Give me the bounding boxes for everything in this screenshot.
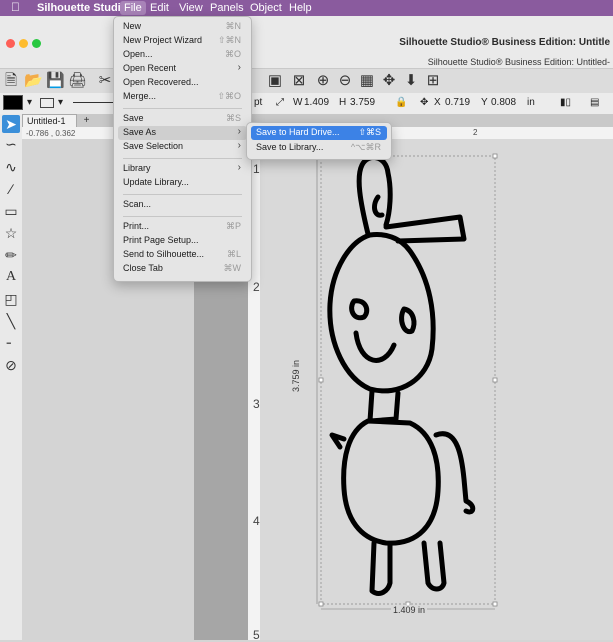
menu-item-save[interactable]: Save ⌘S <box>118 112 247 126</box>
pencil-tool-icon[interactable]: ✏ <box>2 246 20 264</box>
move-down-icon[interactable]: ⬇ <box>402 72 420 90</box>
menu-help[interactable]: Help <box>289 1 312 15</box>
point-edit-tool-icon[interactable]: ∽ <box>2 135 20 153</box>
menu-item-library[interactable]: Library › <box>118 162 247 176</box>
line-weight-unit: pt <box>254 97 263 108</box>
line-tool-icon[interactable]: ∕ <box>2 180 20 198</box>
zoom-fit-icon[interactable]: ▦ <box>358 72 376 90</box>
mat-row-label: 4 <box>253 514 260 528</box>
property-bar: ▾ ▾ pt ⤢ W 1.409 H 3.759 🔒 ✥ X 0.719 Y 0… <box>0 93 613 115</box>
new-document-icon[interactable]: 🗎 <box>2 72 20 90</box>
rectangle-tool-icon[interactable]: ▭ <box>2 202 20 220</box>
zoom-window-button[interactable] <box>32 39 41 48</box>
lock-aspect-icon[interactable]: 🔒 <box>395 97 407 108</box>
height-dimension-label: 3.759 in <box>291 359 301 392</box>
app-menu[interactable]: Silhouette Studio <box>37 1 127 15</box>
document-tab[interactable]: Untitled-1 <box>22 114 77 127</box>
menu-item-open[interactable]: Open... ⌘O <box>118 48 247 62</box>
cut-icon[interactable]: ✂ <box>96 72 114 90</box>
resize-icon: ⤢ <box>276 97 284 108</box>
width-dimension-label: 1.409 in <box>391 605 428 615</box>
menu-item-scan[interactable]: Scan... <box>118 198 247 212</box>
menu-file[interactable]: File <box>120 1 146 15</box>
eraser-tool-icon[interactable]: ◰ <box>2 290 20 308</box>
eyedropper-tool-icon[interactable]: ╴ <box>2 334 20 352</box>
window-title-bar: Silhouette Studio® Business Edition: Unt… <box>0 16 613 69</box>
select-tool-icon[interactable]: ➤ <box>2 115 20 133</box>
bezier-tool-icon[interactable]: ∿ <box>2 158 20 176</box>
save-icon[interactable]: 💾 <box>46 72 65 90</box>
menu-item-new[interactable]: New ⌘N <box>118 20 247 34</box>
mac-menu-bar:  Silhouette Studio File Edit View Panel… <box>0 0 613 16</box>
print-icon[interactable]: 🖨 <box>68 72 87 90</box>
menu-item-save-as[interactable]: Save As › <box>118 126 247 140</box>
window-title: Silhouette Studio® Business Edition: Unt… <box>399 37 610 48</box>
menu-edit[interactable]: Edit <box>150 1 169 15</box>
menu-item-save-to-hard-drive[interactable]: Save to Hard Drive... ⇧⌘S <box>251 126 387 140</box>
line-style-icon[interactable] <box>40 98 54 108</box>
ruler-label: 2 <box>473 128 478 137</box>
position-unit: in <box>527 97 535 108</box>
drawing-canvas <box>316 153 498 610</box>
position-icon: ✥ <box>420 97 429 108</box>
menu-item-save-selection[interactable]: Save Selection › <box>118 140 247 154</box>
save-as-submenu: Save to Hard Drive... ⇧⌘S Save to Library… <box>246 122 392 160</box>
menu-item-print[interactable]: Print... ⌘P <box>118 220 247 234</box>
menu-view[interactable]: View <box>179 1 203 15</box>
dropdown-arrow-icon[interactable]: ▾ <box>27 97 32 108</box>
dropdown-arrow-icon[interactable]: ▾ <box>58 97 63 108</box>
open-folder-icon[interactable]: 📂 <box>24 72 43 90</box>
line-weight-icon[interactable] <box>73 102 113 103</box>
align-icon[interactable]: ▮▯ <box>560 97 571 108</box>
apple-icon[interactable]:  <box>11 0 20 14</box>
x-field[interactable]: 0.719 <box>445 97 470 108</box>
y-field[interactable]: 0.808 <box>491 97 516 108</box>
menu-item-send-to-silhouette[interactable]: Send to Silhouette... ⌘L <box>118 248 247 262</box>
mat-row-label: 2 <box>253 280 260 294</box>
menu-object[interactable]: Object <box>250 1 282 15</box>
height-label: H <box>339 97 347 108</box>
close-window-button[interactable] <box>6 39 15 48</box>
distribute-icon[interactable]: ▤ <box>590 97 599 108</box>
menu-item-open-recovered[interactable]: Open Recovered... <box>118 76 247 90</box>
width-label: W <box>293 97 303 108</box>
file-menu: New ⌘N New Project Wizard ⇧⌘N Open... ⌘O Op… <box>113 16 252 282</box>
menu-item-update-library[interactable]: Update Library... <box>118 176 247 190</box>
menu-separator <box>123 158 242 159</box>
child-drawing[interactable] <box>327 155 476 596</box>
mat-row-label: 3 <box>253 397 260 411</box>
tool-panel: ➤ ∽ ∿ ∕ ▭ ☆ ✏ A ◰ ╲ ╴ ⊘ <box>0 114 23 640</box>
pan-icon[interactable]: ✥ <box>380 72 398 90</box>
minimize-window-button[interactable] <box>19 39 28 48</box>
width-field[interactable]: 1.409 <box>304 97 329 108</box>
cursor-coordinates: -0.786 , 0.362 <box>26 129 76 138</box>
menu-separator <box>123 194 242 195</box>
menu-panels[interactable]: Panels <box>210 1 244 15</box>
menu-item-open-recent[interactable]: Open Recent › <box>118 62 247 76</box>
menu-separator <box>123 216 242 217</box>
select-all-icon[interactable]: ▣ <box>266 72 284 90</box>
eyedropper-2-tool-icon[interactable]: ⊘ <box>2 356 20 374</box>
menu-item-close-tab[interactable]: Close Tab ⌘W <box>118 262 247 276</box>
add-page-icon[interactable]: ⊞ <box>424 72 442 90</box>
menu-item-new-project-wizard[interactable]: New Project Wizard ⇧⌘N <box>118 34 247 48</box>
menu-item-merge[interactable]: Merge... ⇧⌘O <box>118 90 247 104</box>
y-label: Y <box>481 97 488 108</box>
fill-color-swatch[interactable] <box>3 95 23 110</box>
zoom-in-icon[interactable]: ⊕ <box>314 72 332 90</box>
zoom-out-icon[interactable]: ⊖ <box>336 72 354 90</box>
height-field[interactable]: 3.759 <box>350 97 375 108</box>
deselect-icon[interactable]: ⊠ <box>290 72 308 90</box>
menu-item-save-to-library[interactable]: Save to Library... ^⌥⌘R <box>251 141 387 155</box>
mat-row-label: 1 <box>253 162 260 176</box>
x-label: X <box>434 97 441 108</box>
knife-tool-icon[interactable]: ╲ <box>2 312 20 330</box>
add-tab-button[interactable]: + <box>81 115 92 126</box>
main-toolbar: 🗎 📂 💾 🖨 ✂ ▣ ⊠ ⊕ ⊖ ▦ ✥ ⬇ ⊞ <box>0 69 613 94</box>
star-tool-icon[interactable]: ☆ <box>2 224 20 242</box>
menu-item-print-page-setup[interactable]: Print Page Setup... <box>118 234 247 248</box>
text-tool-icon[interactable]: A <box>2 268 20 286</box>
window-subtitle: Silhouette Studio® Business Edition: Unt… <box>427 57 610 67</box>
menu-separator <box>123 108 242 109</box>
